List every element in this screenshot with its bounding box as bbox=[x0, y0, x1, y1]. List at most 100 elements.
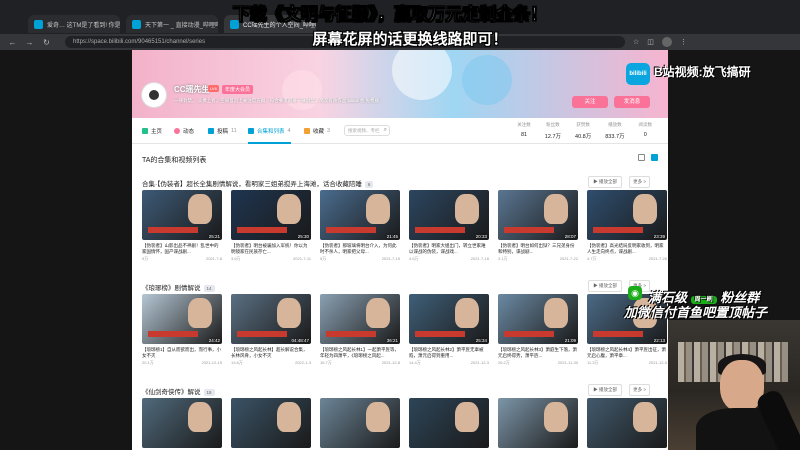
video-card[interactable]: 24:42 【琅琊榜1】自从而欲而出，而行事，小女不灭 20.1万 2021-12-1… bbox=[142, 294, 222, 366]
video-thumbnail[interactable]: 20:33 bbox=[409, 190, 489, 240]
video-title[interactable]: 【琅琊榜之风起长林4】萧平旌出征，萧元启心腹，萧平章... bbox=[587, 347, 667, 359]
video-date: 2021-7-8 bbox=[205, 256, 222, 261]
browser-tab[interactable]: 爱奇… 这TM是了看到! 你是精... ✕ bbox=[28, 15, 120, 33]
video-meta: 3.6万 2021-7-11 bbox=[231, 256, 311, 262]
menu-icon[interactable]: ⋮ bbox=[680, 38, 687, 46]
grid-view-icon[interactable] bbox=[638, 154, 645, 161]
thumbnail-face bbox=[188, 402, 212, 432]
video-card[interactable] bbox=[231, 398, 311, 448]
video-meta: 9万 2021-7-8 bbox=[142, 256, 222, 262]
thumbnail-caption-bar bbox=[148, 331, 198, 337]
video-thumbnail[interactable]: 23:39 bbox=[587, 190, 667, 240]
video-card[interactable] bbox=[498, 398, 578, 448]
video-date: 2021-7-11 bbox=[293, 256, 311, 261]
thumbnail-face bbox=[633, 194, 657, 224]
series-title[interactable]: 合集·【伪装者】超长全集剧情解说，看明家三姐弟搅弄上海滩，话合收藏陪睡 bbox=[142, 181, 362, 188]
star-icon[interactable]: ☆ bbox=[633, 38, 639, 46]
series-heading[interactable]: 《仙剑奇侠传》解说 15 bbox=[142, 386, 215, 396]
video-title[interactable]: 【伪装者】明台被骗加入军统！你以为明镜家在民族存亡... bbox=[231, 243, 311, 255]
series-title[interactable]: 《仙剑奇侠传》解说 bbox=[142, 389, 201, 396]
video-title[interactable]: 【伪装者】明台如何出狱？三兄弟身份和特别，谍战剧... bbox=[498, 243, 578, 255]
video-card[interactable]: 25:30 【伪装者】明台被骗加入军统！你以为明镜家在民族存亡... 3.6万 202… bbox=[231, 190, 311, 262]
video-card[interactable]: 25:34 【琅琊榜之风起长林2】萧平旌无辜被陷，萧元启得到重用... 14.4万 2… bbox=[409, 294, 489, 366]
more-button[interactable]: 更多 > bbox=[629, 176, 650, 188]
series-title[interactable]: 《琅琊榜》剧情解说 bbox=[142, 285, 201, 292]
video-thumbnail[interactable] bbox=[498, 398, 578, 448]
series-heading[interactable]: 《琅琊榜》剧情解说 14 bbox=[142, 282, 215, 292]
video-thumbnail[interactable] bbox=[320, 398, 400, 448]
video-thumbnail[interactable] bbox=[142, 398, 222, 448]
video-title[interactable]: 【琅琊榜之风起长林2】萧平旌无辜被陷，萧元启得到重用... bbox=[409, 347, 489, 359]
video-card[interactable] bbox=[587, 398, 667, 448]
video-title[interactable]: 【伪装者】山影出品不神剧！乱世中的家国情怀，国产谍战剧... bbox=[142, 243, 222, 255]
video-thumbnail[interactable]: 21:09 bbox=[498, 294, 578, 344]
profile-banner: CC瑶先生 LV6 年度大会员 一律封禁。 头像上有，空间首页上关注官方群，符合… bbox=[132, 50, 668, 118]
tab-count: 11 bbox=[231, 128, 237, 134]
series-heading[interactable]: 合集·【伪装者】超长全集剧情解说，看明家三姐弟搅弄上海滩，话合收藏陪睡 6 bbox=[142, 178, 374, 188]
video-thumbnail[interactable] bbox=[587, 398, 667, 448]
video-card[interactable]: 23:39 【伪装者】高光结局反明家收到，明家人生走向终点，谍战剧... 4.7万 2… bbox=[587, 190, 667, 262]
user-avatar[interactable] bbox=[142, 83, 166, 107]
thumbnail-face bbox=[544, 298, 568, 328]
video-title[interactable]: 【琅琊榜之风起长林1】一起萧平旌等，年轻为四萧平，《琅琊榜之风起... bbox=[320, 347, 400, 359]
video-thumbnail[interactable]: 24:42 bbox=[142, 294, 222, 344]
tab-collections[interactable]: 合集和列表 4 bbox=[248, 127, 291, 144]
video-date: 2021-7-15 bbox=[381, 256, 400, 261]
user-name[interactable]: CC瑶先生 bbox=[174, 84, 210, 95]
video-card[interactable]: 25:21 【伪装者】山影出品不神剧！乱世中的家国情怀，国产谍战剧... 9万 202… bbox=[142, 190, 222, 262]
video-card[interactable]: 20:33 【伪装者】明家大姐出门，转立世家难以谍战的伪装，谍战戏... 4.6万 2… bbox=[409, 190, 489, 262]
screen: 爱奇… 这TM是了看到! 你是精... ✕ 天下第一 _ 直接动漫_哔哩哔哩 ✕… bbox=[0, 0, 800, 450]
tab-uploads[interactable]: 投稿 11 bbox=[208, 127, 237, 135]
video-title[interactable]: 【伪装者】明家大姐出门，转立世家难以谍战的伪装，谍战戏... bbox=[409, 243, 489, 255]
video-meta: 13.8万 2022-1-3 bbox=[231, 360, 311, 366]
space-search-input[interactable]: 搜索视频、专栏 bbox=[344, 125, 390, 136]
video-thumbnail[interactable]: 04:48:47 bbox=[231, 294, 311, 344]
thumbnail-caption-bar bbox=[415, 331, 465, 337]
video-thumbnail[interactable]: 25:34 bbox=[409, 294, 489, 344]
forward-icon[interactable]: → bbox=[25, 38, 34, 47]
thumbnail-face bbox=[366, 194, 390, 224]
reload-icon[interactable]: ↻ bbox=[42, 38, 51, 47]
video-card[interactable]: 36:21 【琅琊榜之风起长林1】一起萧平旌等，年轻为四萧平，《琅琊榜之风起...… bbox=[320, 294, 400, 366]
video-thumbnail[interactable]: 21:45 bbox=[320, 190, 400, 240]
play-all-button[interactable]: ▶ 播放全部 bbox=[588, 280, 622, 292]
stat-fans[interactable]: 粉丝数 12.7万 bbox=[545, 122, 561, 140]
video-thumbnail[interactable]: 25:21 bbox=[142, 190, 222, 240]
video-thumbnail[interactable]: 25:30 bbox=[231, 190, 311, 240]
tab-dynamic[interactable]: 动态 bbox=[174, 127, 194, 135]
video-card[interactable]: 04:48:47 【琅琊榜之风起长林】超长解说合集，长林风骨，小女不灭 13.8万 2… bbox=[231, 294, 311, 366]
video-title[interactable]: 【伪装者】高光结局反明家收到，明家人生走向终点，谍战剧... bbox=[587, 243, 667, 255]
back-icon[interactable]: ← bbox=[8, 38, 17, 47]
video-views: 13.8万 bbox=[231, 360, 243, 365]
play-all-button[interactable]: ▶ 播放全部 bbox=[588, 384, 622, 396]
video-thumbnail[interactable]: 36:21 bbox=[320, 294, 400, 344]
video-title[interactable]: 【伪装者】那玻璃将明台介入，为何此时不杀人，明家把父母... bbox=[320, 243, 400, 255]
video-card[interactable]: 21:09 【琅琊榜之风起长林3】萧庭生下落，萧元启终得势，萧平旌... 26.2万… bbox=[498, 294, 578, 366]
tab-home[interactable]: 主页 bbox=[142, 127, 162, 135]
video-card[interactable]: 21:45 【伪装者】那玻璃将明台介入，为何此时不杀人，明家把父母... 5万 202… bbox=[320, 190, 400, 262]
thumbnail-caption-bar bbox=[415, 227, 465, 233]
more-button[interactable]: 更多 > bbox=[629, 384, 650, 396]
video-thumbnail[interactable]: 28:07 bbox=[498, 190, 578, 240]
play-all-button[interactable]: ▶ 播放全部 bbox=[588, 176, 622, 188]
video-title[interactable]: 【琅琊榜1】自从而欲而出，而行事，小女不灭 bbox=[142, 347, 222, 359]
thumbnail-caption-bar bbox=[326, 331, 376, 337]
video-date: 2021-12-3 bbox=[470, 360, 489, 365]
tab-favorites[interactable]: 收藏 3 bbox=[304, 127, 330, 135]
message-button[interactable]: 发消息 bbox=[614, 96, 650, 108]
video-card[interactable]: 28:07 【伪装者】明台如何出狱？三兄弟身份和特别，谍战剧... 3.1万 2021… bbox=[498, 190, 578, 262]
follow-button[interactable]: 关注 bbox=[572, 96, 608, 108]
video-thumbnail[interactable] bbox=[231, 398, 311, 448]
video-title[interactable]: 【琅琊榜之风起长林3】萧庭生下落，萧元启终得势，萧平旌... bbox=[498, 347, 578, 359]
thumbnail-face bbox=[455, 402, 479, 432]
video-card[interactable] bbox=[320, 398, 400, 448]
video-meta: 5万 2021-7-15 bbox=[320, 256, 400, 262]
profile-avatar[interactable] bbox=[661, 37, 672, 47]
list-view-icon[interactable] bbox=[651, 154, 658, 161]
video-thumbnail[interactable] bbox=[409, 398, 489, 448]
video-card[interactable] bbox=[409, 398, 489, 448]
stat-following[interactable]: 关注数 81 bbox=[517, 122, 531, 140]
video-card[interactable] bbox=[142, 398, 222, 448]
extensions-icon[interactable]: ◫ bbox=[647, 38, 654, 46]
video-title[interactable]: 【琅琊榜之风起长林】超长解说合集，长林风骨，小女不灭 bbox=[231, 347, 311, 359]
